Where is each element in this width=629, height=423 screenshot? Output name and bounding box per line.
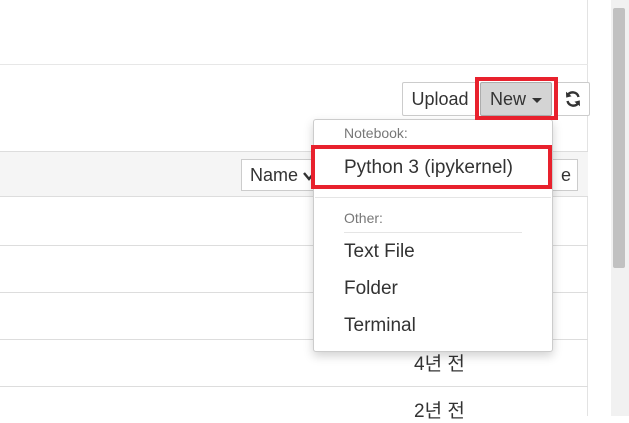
scrollbar-thumb[interactable] xyxy=(613,8,625,268)
new-button-label: New xyxy=(489,89,526,109)
row-modified-time: 4년 전 xyxy=(414,354,465,375)
refresh-icon xyxy=(566,91,580,107)
notebook-section-header: Notebook: xyxy=(344,125,408,141)
menu-item-folder[interactable]: Folder xyxy=(344,278,398,300)
header-divider xyxy=(0,64,588,65)
new-button[interactable]: New xyxy=(480,82,552,116)
caret-down-icon xyxy=(532,97,542,103)
scrollbar[interactable] xyxy=(611,0,629,416)
upload-button-label: Upload xyxy=(411,89,469,109)
upload-button[interactable]: Upload xyxy=(402,82,478,116)
menu-item-terminal[interactable]: Terminal xyxy=(344,315,416,337)
sort-by-name-label: Name xyxy=(250,165,299,185)
sort-by-size-label: e xyxy=(560,165,571,185)
jupyter-file-browser: Upload New Name e 4년 전 2년 전 Notebook: Py… xyxy=(0,0,629,422)
refresh-button[interactable] xyxy=(556,82,590,116)
menu-item-text-file[interactable]: Text File xyxy=(344,241,415,263)
other-section-header: Other: xyxy=(344,210,383,226)
menu-divider xyxy=(315,197,551,198)
row-modified-time: 2년 전 xyxy=(414,401,465,422)
sort-by-name-button[interactable]: Name xyxy=(241,159,319,191)
row-divider xyxy=(0,386,588,387)
other-section-underline xyxy=(344,232,522,233)
new-dropdown-menu: Notebook: Python 3 (ipykernel) Other: Te… xyxy=(313,119,553,352)
menu-item-python3-ipykernel[interactable]: Python 3 (ipykernel) xyxy=(344,157,513,179)
